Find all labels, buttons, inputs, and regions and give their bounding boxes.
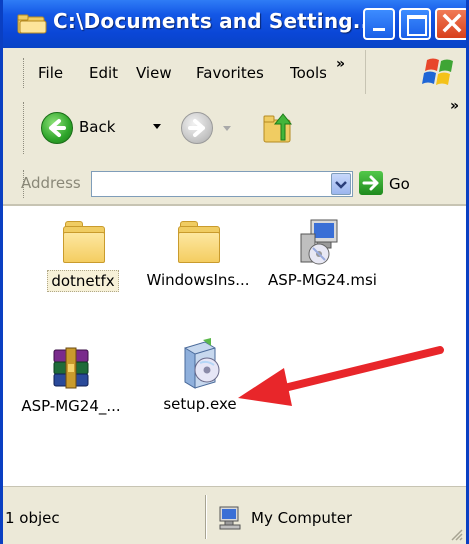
go-label: Go — [389, 175, 410, 193]
object-count: 1 objec — [5, 509, 60, 527]
windows-flag-icon — [422, 58, 453, 85]
setup-cd-icon — [184, 338, 220, 389]
back-dropdown-icon[interactable] — [153, 124, 161, 129]
address-bar: Address Go — [3, 164, 466, 206]
file-item-dotnetfx[interactable]: dotnetfx — [28, 220, 138, 292]
close-button[interactable] — [435, 8, 466, 40]
my-computer-icon — [219, 506, 241, 530]
toolbar-overflow-chevron[interactable]: » — [450, 98, 459, 114]
close-icon — [442, 13, 462, 33]
back-button[interactable]: Back — [39, 110, 169, 144]
menu-divider — [365, 50, 366, 94]
file-item-windowsinstaller[interactable]: WindowsIns... — [143, 220, 253, 290]
zone-label: My Computer — [251, 509, 353, 527]
file-item-msi[interactable]: ASP-MG24.msi — [265, 214, 377, 290]
folder-icon — [60, 220, 106, 266]
forward-dropdown-icon[interactable] — [223, 126, 231, 131]
explorer-window: C:\Documents and Setting... File Edit Vi… — [0, 0, 469, 544]
menu-view[interactable]: View — [136, 64, 172, 82]
address-label: Address — [21, 174, 81, 192]
up-folder-icon[interactable] — [261, 110, 297, 146]
resize-grip-icon[interactable] — [449, 527, 463, 541]
standard-toolbar: Back » — [3, 94, 466, 165]
chevron-down-icon — [335, 181, 347, 189]
forward-arrow-icon — [181, 112, 213, 144]
back-label: Back — [79, 118, 116, 136]
menu-file[interactable]: File — [38, 64, 63, 82]
file-label: WindowsIns... — [146, 271, 250, 289]
forward-button[interactable] — [181, 110, 241, 144]
file-label: ASP-MG24.msi — [268, 271, 377, 289]
address-dropdown-button[interactable] — [331, 173, 351, 195]
minimize-button[interactable] — [363, 8, 395, 40]
menu-edit[interactable]: Edit — [89, 64, 118, 82]
menu-favorites[interactable]: Favorites — [196, 64, 264, 82]
file-label: ASP-MG24_... — [21, 397, 121, 415]
folder-icon — [17, 14, 47, 34]
menu-tools[interactable]: Tools — [290, 64, 326, 82]
file-label: dotnetfx — [47, 270, 119, 292]
file-item-archive[interactable]: ASP-MG24_... — [16, 346, 126, 416]
folder-icon — [175, 220, 221, 266]
address-input[interactable] — [91, 171, 353, 197]
menu-bar: File Edit View Favorites Tools » — [3, 50, 466, 95]
file-item-setup[interactable]: setup.exe — [145, 338, 255, 414]
back-arrow-icon — [41, 112, 73, 144]
toolbar-grip[interactable] — [23, 102, 26, 154]
go-arrow-icon — [359, 171, 383, 195]
status-divider — [205, 495, 207, 539]
go-button[interactable]: Go — [359, 171, 423, 197]
menu-grip[interactable] — [23, 58, 26, 88]
title-bar[interactable]: C:\Documents and Setting... — [3, 0, 466, 48]
winrar-archive-icon — [53, 347, 89, 389]
file-list: dotnetfx WindowsIns... ASP-MG24.msi ASP-… — [3, 206, 466, 486]
file-label: setup.exe — [163, 395, 237, 413]
status-bar: 1 objec My Computer — [3, 486, 466, 544]
maximize-button[interactable] — [399, 8, 431, 40]
msi-installer-icon — [300, 219, 338, 265]
window-title: C:\Documents and Setting... — [53, 9, 377, 33]
menu-overflow-chevron[interactable]: » — [336, 56, 345, 72]
